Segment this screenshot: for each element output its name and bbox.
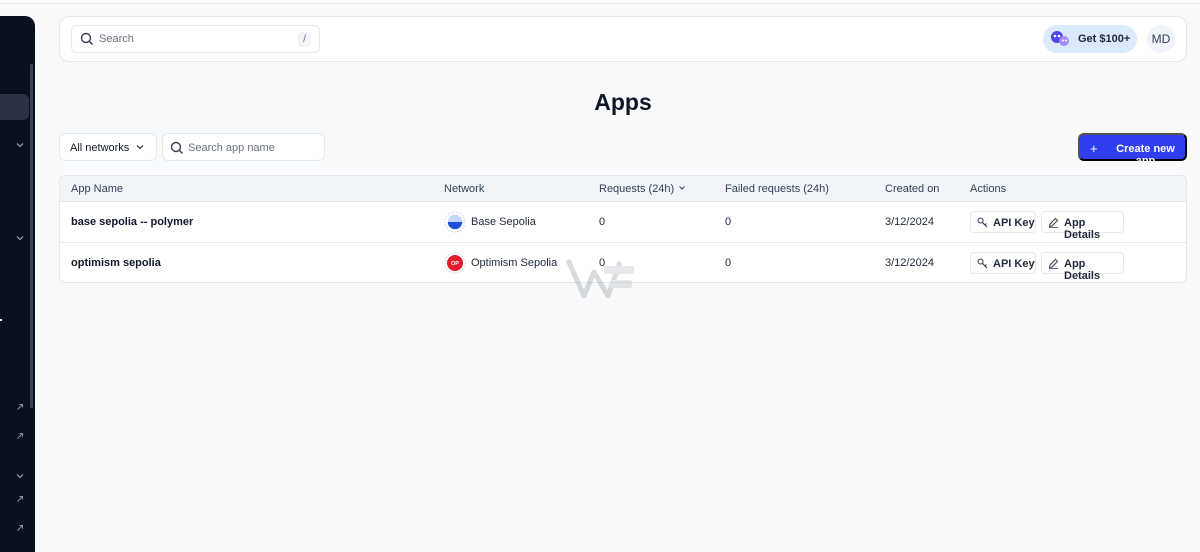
user-avatar[interactable]: MD [1147, 25, 1175, 53]
external-link-icon[interactable] [14, 403, 26, 415]
external-link-icon[interactable] [14, 432, 26, 444]
table-header: App Name Network Requests (24h) Failed r… [60, 176, 1186, 202]
column-header-network[interactable]: Network [444, 183, 484, 195]
app-details-button[interactable]: App Details [1041, 252, 1124, 282]
chevron-down-icon[interactable] [14, 140, 26, 152]
network-filter-select[interactable]: All networks [59, 133, 157, 161]
promo-label: Get $100+ [1078, 33, 1131, 45]
base-logo-icon [444, 211, 466, 233]
sort-chevron-icon [679, 186, 686, 190]
sidebar-marker [0, 319, 2, 321]
network-filter-value: All networks [70, 142, 130, 154]
key-icon [977, 217, 988, 228]
promo-characters-icon [1051, 31, 1069, 46]
column-header-created[interactable]: Created on [885, 183, 939, 195]
api-key-button[interactable]: API Key [970, 211, 1036, 233]
network-name: Base Sepolia [471, 216, 536, 228]
created-date: 3/12/2024 [885, 216, 934, 228]
external-link-icon[interactable] [14, 524, 26, 536]
create-new-app-button[interactable]: + Create new app [1078, 133, 1187, 167]
chevron-down-icon [136, 145, 144, 150]
column-header-app-name[interactable]: App Name [71, 183, 123, 195]
app-name[interactable]: optimism sepolia [71, 257, 161, 269]
search-shortcut-badge: / [298, 32, 311, 47]
chevron-down-icon[interactable] [14, 471, 26, 483]
promo-button[interactable]: Get $100+ [1043, 25, 1137, 53]
column-header-requests[interactable]: Requests (24h) [599, 183, 686, 195]
api-key-button[interactable]: API Key [970, 252, 1036, 274]
chevron-down-icon[interactable] [14, 233, 26, 245]
external-link-icon[interactable] [14, 495, 26, 507]
network-name: Optimism Sepolia [471, 257, 558, 269]
top-header: Search / Get $100+ MD [59, 16, 1187, 62]
search-icon [170, 141, 183, 154]
api-key-label: API Key [993, 258, 1035, 270]
app-details-label: App Details [1064, 217, 1101, 241]
key-icon [977, 258, 988, 269]
watermark-logo-icon [565, 258, 634, 299]
created-date: 3/12/2024 [885, 257, 934, 269]
svg-text:OP: OP [451, 261, 459, 267]
app-search-placeholder: Search app name [188, 142, 275, 154]
pencil-icon [1048, 258, 1059, 269]
column-header-actions: Actions [970, 183, 1007, 195]
failed-requests-count: 0 [725, 257, 732, 269]
table-row[interactable]: base sepolia -- polymer Base Sepolia 0 0… [60, 202, 1186, 243]
optimism-logo-icon: OP [444, 252, 466, 274]
plus-icon: + [1090, 141, 1098, 156]
column-header-requests-label: Requests (24h) [599, 183, 675, 195]
app-details-button[interactable]: App Details [1041, 211, 1124, 241]
app-search-input[interactable]: Search app name [162, 133, 325, 161]
api-key-label: API Key [993, 217, 1035, 229]
search-icon [80, 32, 93, 45]
create-new-app-label: Create new app [1116, 143, 1175, 167]
top-strip [0, 0, 1200, 4]
global-search-input[interactable]: Search / [71, 25, 320, 53]
app-name[interactable]: base sepolia -- polymer [71, 216, 193, 228]
search-placeholder: Search [99, 33, 134, 45]
app-details-label: App Details [1064, 258, 1101, 282]
pencil-icon [1048, 217, 1059, 228]
requests-count: 0 [599, 216, 606, 228]
page-title: Apps [594, 89, 652, 115]
column-header-failed[interactable]: Failed requests (24h) [725, 183, 829, 195]
failed-requests-count: 0 [725, 216, 732, 228]
